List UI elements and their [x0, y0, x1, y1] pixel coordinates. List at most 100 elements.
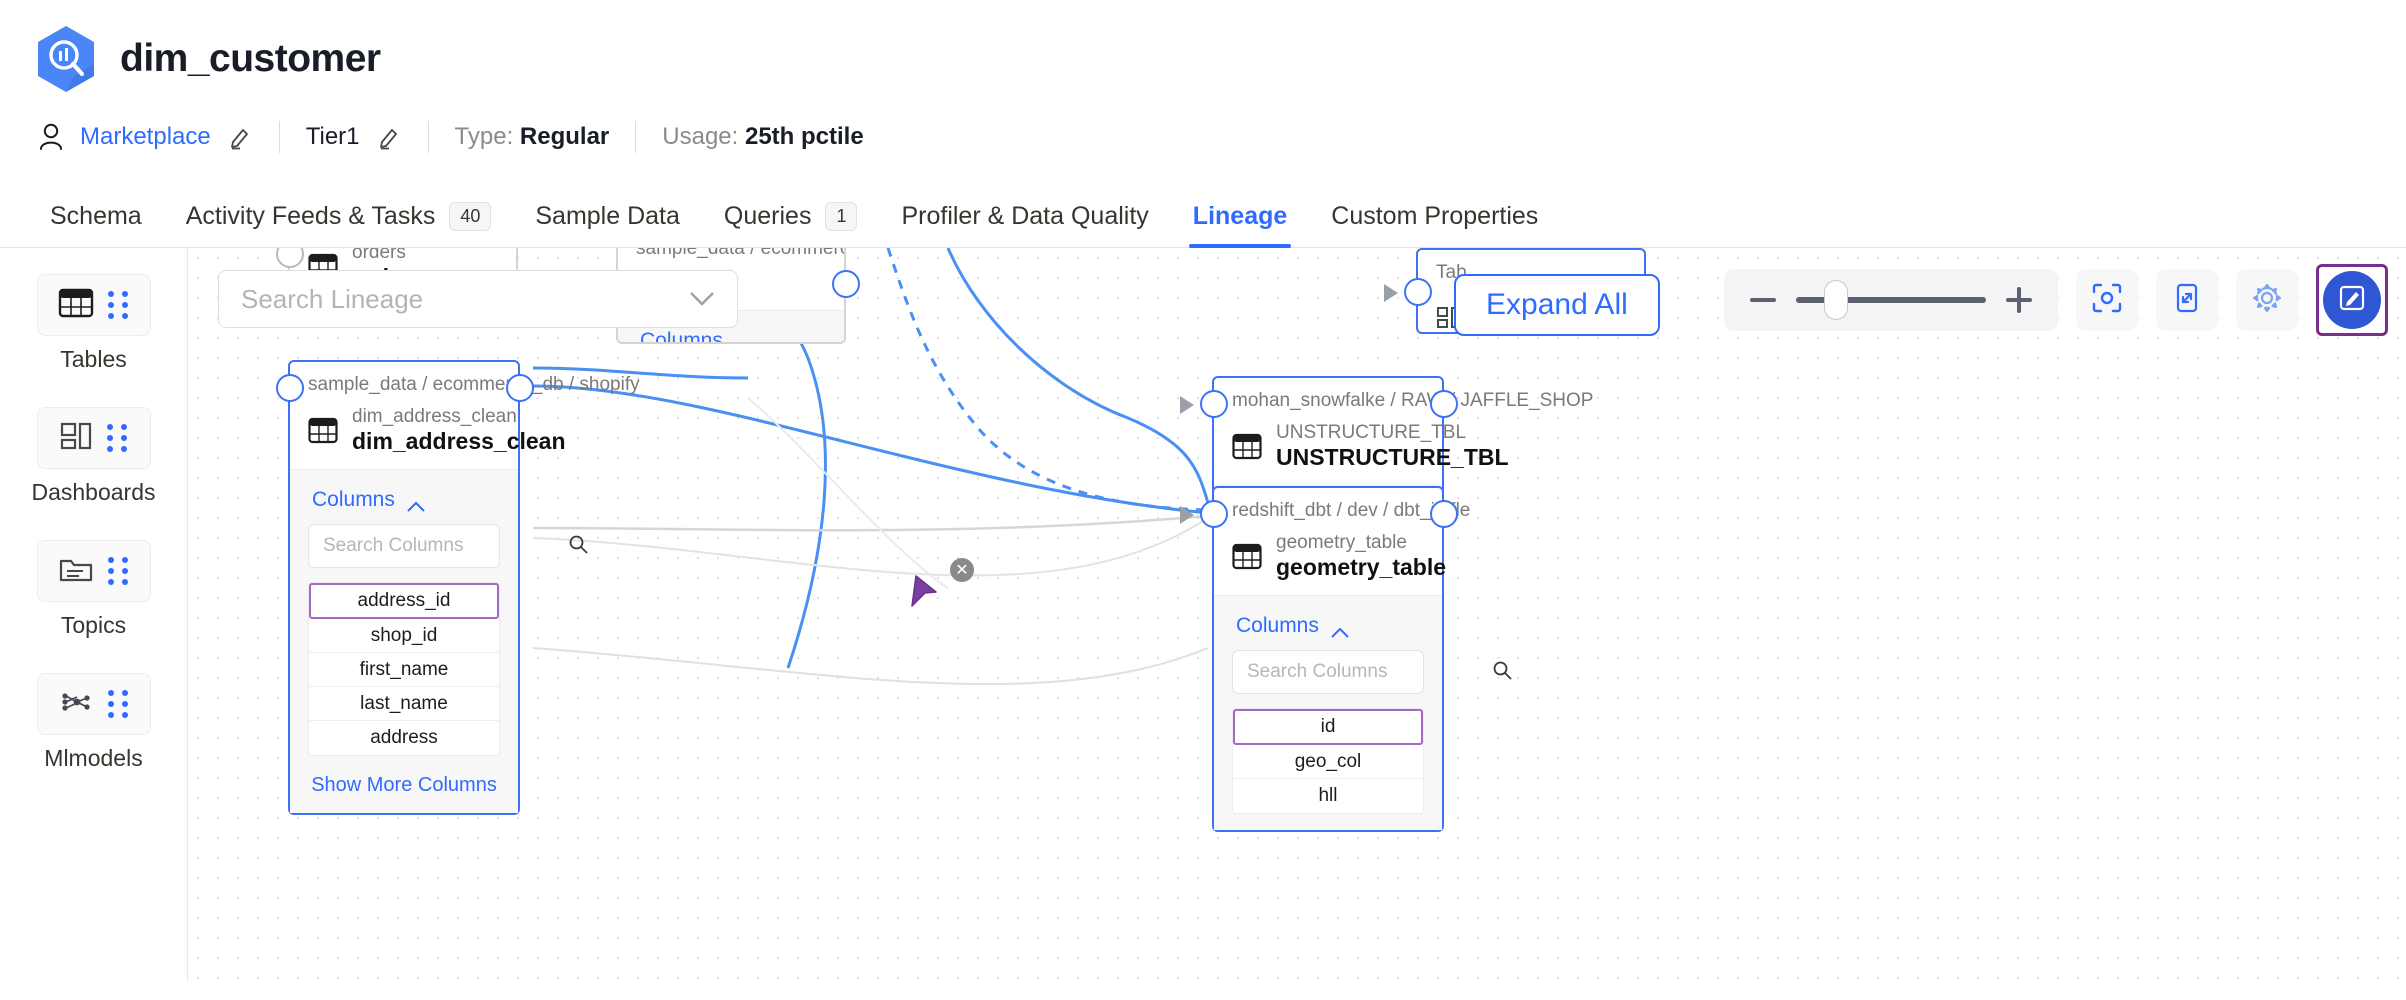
chevron-down-icon[interactable]: [689, 291, 715, 307]
search-icon[interactable]: [568, 534, 588, 559]
column-item[interactable]: last_name: [309, 687, 499, 721]
node-sub: dim_address_clean: [352, 406, 566, 428]
rail-item-mlmodels[interactable]: Mlmodels: [0, 673, 187, 772]
fit-to-screen-button[interactable]: [2076, 269, 2138, 331]
meta-divider: [428, 121, 429, 153]
node-header: mohan_snowfalke / RAW / JAFFLE_SHOP UNST…: [1214, 378, 1442, 485]
node-header: sample_data / ecommerce_db / shopify dim…: [290, 362, 518, 469]
column-item[interactable]: geo_col: [1233, 745, 1423, 779]
search-lineage-box[interactable]: [218, 270, 738, 328]
column-item[interactable]: hll: [1233, 779, 1423, 813]
node-title-row: UNSTRUCTURE_TBL UNSTRUCTURE_TBL: [1232, 422, 1424, 471]
node-handle-left[interactable]: [1200, 500, 1228, 528]
edit-lineage-button[interactable]: [2323, 271, 2381, 329]
lineage-settings-button[interactable]: [2236, 269, 2298, 331]
rail-item-tables[interactable]: Tables: [0, 274, 187, 373]
zoom-in-button[interactable]: [2004, 285, 2034, 315]
columns-toggle-label: Columns: [1236, 614, 1319, 638]
node-path: redshift_dbt / dev / dbt_jaffle: [1232, 500, 1424, 522]
meta-divider: [635, 121, 636, 153]
column-item[interactable]: address_id: [309, 583, 499, 619]
table-grid-icon: [308, 417, 338, 445]
zoom-slider[interactable]: [1796, 297, 1986, 303]
chevron-up-icon: [1331, 621, 1349, 632]
columns-toggle[interactable]: Columns: [1232, 608, 1424, 650]
tab-custom-properties[interactable]: Custom Properties: [1309, 202, 1560, 247]
full-screen-icon: [2171, 282, 2203, 319]
lineage-body: Tables Dashboards: [0, 248, 2406, 982]
rail-box[interactable]: [37, 540, 151, 602]
zoom-slider-thumb[interactable]: [1824, 280, 1848, 320]
tab-sample-data[interactable]: Sample Data: [513, 202, 702, 247]
tier-value: Tier1: [306, 123, 360, 151]
gear-icon: [2251, 282, 2283, 319]
rail-item-dashboards[interactable]: Dashboards: [0, 407, 187, 506]
rail-item-label: Mlmodels: [44, 745, 142, 772]
node-name: dim_address_clean: [352, 428, 566, 456]
column-item[interactable]: id: [1233, 709, 1423, 745]
tab-label: Custom Properties: [1331, 202, 1538, 231]
drag-handle-dots-icon[interactable]: [108, 291, 129, 319]
tab-label: Profiler & Data Quality: [901, 202, 1148, 231]
tab-count-badge: 1: [825, 202, 857, 231]
chevron-up-icon: [407, 495, 425, 506]
chevron-down-icon: [735, 336, 753, 345]
rail-box[interactable]: [37, 673, 151, 735]
tab-schema[interactable]: Schema: [28, 202, 164, 247]
remove-edge-button[interactable]: ✕: [950, 558, 974, 582]
edit-lineage-highlight: [2316, 264, 2388, 336]
edge-arrow-icon: [1384, 284, 1398, 302]
column-item[interactable]: address: [309, 721, 499, 755]
tab-label: Queries: [724, 202, 812, 231]
full-screen-button[interactable]: [2156, 269, 2218, 331]
expand-all-button[interactable]: Expand All: [1454, 274, 1660, 336]
column-search-box[interactable]: [1232, 650, 1424, 694]
node-name: UNSTRUCTURE_TBL: [1276, 444, 1509, 472]
columns-toggle[interactable]: Columns: [308, 482, 500, 524]
folder-topic-icon: [58, 554, 94, 589]
node-handle-left[interactable]: [1200, 390, 1228, 418]
search-icon[interactable]: [1492, 660, 1512, 685]
drag-handle-dots-icon[interactable]: [108, 557, 129, 585]
lineage-canvas[interactable]: orders orders sample_data / ecommerce_db…: [188, 248, 2406, 982]
node-handle-right[interactable]: [1430, 500, 1458, 528]
search-lineage-input[interactable]: [241, 284, 689, 315]
drag-handle-dots-icon[interactable]: [107, 424, 128, 452]
node-handle-right[interactable]: [1430, 390, 1458, 418]
lineage-node-geometry-table[interactable]: redshift_dbt / dev / dbt_jaffle geometry…: [1212, 486, 1444, 832]
column-item[interactable]: first_name: [309, 653, 499, 687]
table-grid-icon: [58, 287, 94, 324]
tab-queries[interactable]: Queries 1: [702, 202, 880, 247]
rail-box[interactable]: [37, 274, 151, 336]
show-more-columns-link[interactable]: Show More Columns: [308, 756, 500, 797]
node-handle-right[interactable]: [506, 374, 534, 402]
tab-label: Schema: [50, 202, 142, 231]
zoom-control-group: [1724, 269, 2058, 331]
tab-label: Activity Feeds & Tasks: [186, 202, 436, 231]
node-handle-left[interactable]: [276, 374, 304, 402]
column-search-box[interactable]: [308, 524, 500, 568]
zoom-out-button[interactable]: [1748, 285, 1778, 315]
column-list: id geo_col hll: [1232, 708, 1424, 814]
tab-profiler-data-quality[interactable]: Profiler & Data Quality: [879, 202, 1170, 247]
tab-activity-feeds-tasks[interactable]: Activity Feeds & Tasks 40: [164, 202, 514, 247]
node-handle-left[interactable]: [1404, 278, 1432, 306]
edit-lineage-icon: [2337, 283, 2367, 318]
edit-tier-pencil-icon[interactable]: [376, 124, 402, 150]
owner-link[interactable]: Marketplace: [80, 123, 211, 151]
lineage-toolbar: [1724, 264, 2388, 336]
tab-lineage[interactable]: Lineage: [1171, 202, 1309, 247]
node-columns: Columns address_id s: [290, 469, 518, 813]
node-handle-right[interactable]: [832, 270, 860, 298]
rail-item-topics[interactable]: Topics: [0, 540, 187, 639]
drag-handle-dots-icon[interactable]: [108, 690, 129, 718]
lineage-node-dim-address-clean[interactable]: sample_data / ecommerce_db / shopify dim…: [288, 360, 520, 815]
node-path: sample_data / ecommerce_db / shopify: [636, 248, 826, 260]
column-search-input[interactable]: [323, 535, 568, 557]
node-title-row: geometry_table geometry_table: [1232, 532, 1424, 581]
column-item[interactable]: shop_id: [309, 619, 499, 653]
rail-box[interactable]: [37, 407, 151, 469]
column-search-input[interactable]: [1247, 661, 1492, 683]
edit-owner-pencil-icon[interactable]: [227, 124, 253, 150]
node-sub: geometry_table: [1276, 532, 1446, 554]
